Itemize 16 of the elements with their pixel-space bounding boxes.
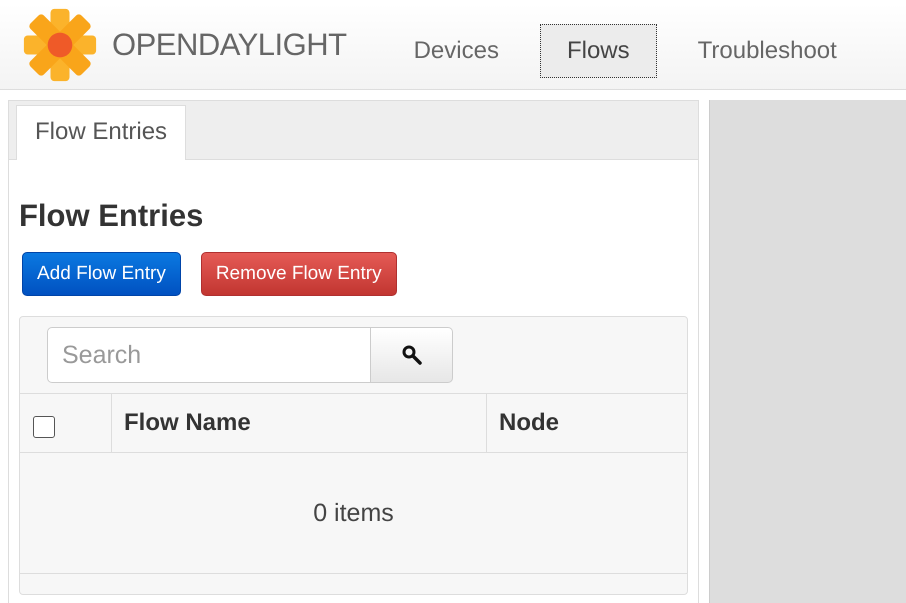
- empty-message: 0 items: [313, 498, 394, 528]
- search-field[interactable]: Search: [47, 327, 371, 383]
- add-button[interactable]: Add Flow Entry: [22, 252, 181, 296]
- select-all-checkbox[interactable]: [33, 416, 55, 438]
- nav-tab[interactable]: Devices: [386, 24, 526, 78]
- section-heading: Flow Entries: [19, 198, 204, 234]
- column-header: Flow Name: [112, 394, 487, 452]
- nav-tab[interactable]: Flows: [540, 24, 657, 78]
- column-header: Node: [498, 408, 559, 438]
- remove-button[interactable]: Remove Flow Entry: [200, 252, 397, 296]
- nav-tab[interactable]: Troubleshoot: [670, 24, 864, 78]
- search-icon: [400, 344, 422, 366]
- logo-text: OPENDAYLIGHT: [112, 26, 347, 62]
- panel-tab[interactable]: Flow Entries: [16, 105, 186, 160]
- logo-icon: [22, 6, 98, 82]
- search-button[interactable]: [371, 327, 453, 383]
